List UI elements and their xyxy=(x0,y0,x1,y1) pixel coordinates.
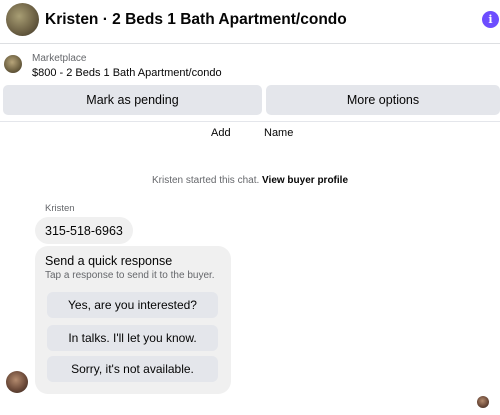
view-buyer-profile-link[interactable]: View buyer profile xyxy=(262,175,348,186)
quick-response-option[interactable]: Sorry, it's not available. xyxy=(47,356,218,382)
divider xyxy=(0,121,500,122)
contact-avatar[interactable] xyxy=(6,3,39,36)
chat-started-text: Kristen started this chat. xyxy=(151,175,260,186)
quick-response-subtitle: Tap a response to send it to the buyer. xyxy=(45,270,215,281)
more-options-button[interactable]: More options xyxy=(266,85,500,115)
quick-response-option[interactable]: In talks. I'll let you know. xyxy=(47,325,218,351)
chat-header: Kristen · 2 Beds 1 Bath Apartment/condo … xyxy=(0,0,500,44)
listing-banner[interactable]: Marketplace $800 - 2 Beds 1 Bath Apartme… xyxy=(0,45,500,85)
sender-name: Kristen xyxy=(45,203,75,214)
message-bubble[interactable]: 315-518-6963 xyxy=(35,217,133,244)
chat-title[interactable]: Kristen · 2 Beds 1 Bath Apartment/condo xyxy=(45,11,347,29)
name-button[interactable]: Name xyxy=(264,127,293,139)
mark-as-pending-button[interactable]: Mark as pending xyxy=(3,85,262,115)
seen-receipt-avatar xyxy=(477,396,489,408)
listing-thumbnail[interactable] xyxy=(4,55,22,73)
quick-response-card: Send a quick response Tap a response to … xyxy=(35,246,231,394)
quick-response-title: Send a quick response xyxy=(45,254,173,268)
add-button[interactable]: Add xyxy=(211,127,231,139)
listing-title[interactable]: $800 - 2 Beds 1 Bath Apartment/condo xyxy=(32,67,222,79)
quick-response-option[interactable]: Yes, are you interested? xyxy=(47,292,218,318)
sender-avatar[interactable] xyxy=(6,371,28,393)
chat-started-notice: Kristen started this chat. View buyer pr… xyxy=(0,175,500,186)
info-icon[interactable]: i xyxy=(482,11,499,28)
listing-source: Marketplace xyxy=(32,53,87,64)
